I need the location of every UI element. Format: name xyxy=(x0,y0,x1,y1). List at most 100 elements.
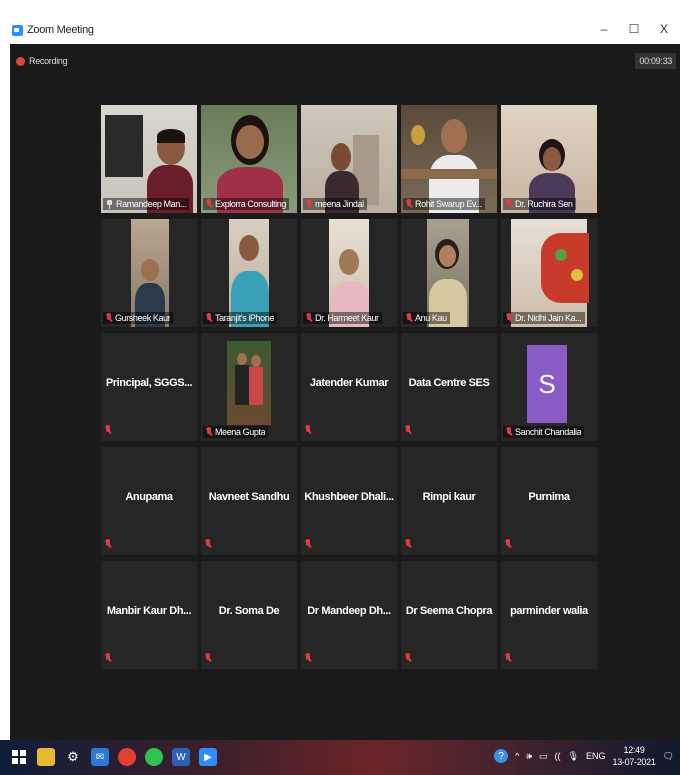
minimize-button[interactable]: – xyxy=(598,22,610,36)
participant-name: Dr. Ruchira Sen xyxy=(515,199,573,209)
participant-name: Meena Gupta xyxy=(215,427,266,437)
muted-mic-icon xyxy=(506,313,512,323)
video-feed xyxy=(101,105,197,213)
participant-tile[interactable]: S Sanchit Chandalia xyxy=(501,333,597,441)
participant-tile[interactable]: Purnima xyxy=(501,447,597,555)
participant-tile[interactable]: Explorra Consulting xyxy=(201,105,297,213)
maximize-button[interactable]: ☐ xyxy=(628,22,640,36)
muted-mic-icon xyxy=(406,313,412,323)
muted-mic-icon xyxy=(105,539,111,549)
muted-mic-icon xyxy=(506,199,512,209)
participant-name-center: Dr Seema Chopra xyxy=(405,605,493,617)
participant-name-center: Principal, SGGS... xyxy=(105,377,193,389)
taskbar: ⚙ ✉ W ▶ ? ^ 🕪 ▭ (( 🎙 ENG 12:49 13-07-202… xyxy=(0,740,680,775)
help-icon[interactable]: ? xyxy=(494,749,509,763)
microphone-icon[interactable]: 🎙 xyxy=(568,751,579,762)
clock[interactable]: 12:49 13-07-2021 xyxy=(613,744,656,768)
video-feed xyxy=(201,105,297,213)
participant-name-center: Data Centre SES xyxy=(408,377,490,389)
participant-name: Anu Kau xyxy=(415,313,447,323)
participant-name-center: Dr Mandeep Dh... xyxy=(307,605,391,617)
participant-tile[interactable]: Jatender Kumar xyxy=(301,333,397,441)
muted-mic-icon xyxy=(206,313,212,323)
participant-tile[interactable]: Data Centre SES xyxy=(401,333,497,441)
zoom-app-icon xyxy=(12,24,23,36)
video-feed xyxy=(101,219,197,327)
close-button[interactable]: X xyxy=(658,22,670,36)
network-icon[interactable]: (( xyxy=(555,751,561,761)
record-icon xyxy=(16,56,25,66)
participant-tile[interactable]: Principal, SGGS... xyxy=(101,333,197,441)
participant-name: Explorra Consulting xyxy=(215,199,286,209)
participant-tile[interactable]: Taranjit's iPhone xyxy=(201,219,297,327)
muted-mic-icon xyxy=(305,425,311,435)
muted-mic-icon xyxy=(506,427,512,437)
system-tray: ? ^ 🕪 ▭ (( 🎙 ENG 12:49 13-07-2021 🗨 xyxy=(494,744,674,768)
participant-tile[interactable]: Meena Gupta xyxy=(201,333,297,441)
participant-name: meena Jindal xyxy=(315,199,364,209)
participant-tile[interactable]: Dr. Ruchira Sen xyxy=(501,105,597,213)
start-button[interactable] xyxy=(10,748,28,766)
meeting-topbar: Recording 00:09:33 xyxy=(10,44,680,78)
participant-name-center: parminder walia xyxy=(510,605,588,617)
participant-tile[interactable]: Dr. Nidhi Jain Ka... xyxy=(501,219,597,327)
file-explorer-icon[interactable] xyxy=(37,748,55,766)
window-title: Zoom Meeting xyxy=(27,24,94,36)
video-feed xyxy=(501,105,597,213)
participant-tile[interactable]: Anu Kau xyxy=(401,219,497,327)
participant-tile[interactable]: Anupama xyxy=(101,447,197,555)
muted-mic-icon xyxy=(205,539,211,549)
zoom-taskbar-icon[interactable]: ▶ xyxy=(199,748,217,766)
language-indicator[interactable]: ENG xyxy=(586,751,606,761)
muted-mic-icon xyxy=(406,199,412,209)
video-feed xyxy=(301,105,397,213)
muted-mic-icon xyxy=(305,539,311,549)
participant-tile[interactable]: Dr. Soma De xyxy=(201,561,297,669)
participant-name-center: Manbir Kaur Dh... xyxy=(106,605,192,617)
participant-tile[interactable]: Rimpi kaur xyxy=(401,447,497,555)
muted-mic-icon xyxy=(206,427,212,437)
muted-mic-icon xyxy=(305,653,311,663)
participant-tile[interactable]: Gursheek Kaur xyxy=(101,219,197,327)
window-titlebar: Zoom Meeting – ☐ X xyxy=(0,0,680,44)
recording-indicator[interactable]: Recording xyxy=(16,56,68,66)
participant-tile[interactable]: Rohit Swarup Ev... xyxy=(401,105,497,213)
recording-label: Recording xyxy=(29,56,68,66)
whatsapp-icon[interactable] xyxy=(145,748,163,766)
muted-mic-icon xyxy=(105,653,111,663)
participant-tile[interactable]: Dr Mandeep Dh... xyxy=(301,561,397,669)
clock-time: 12:49 xyxy=(623,745,645,755)
participant-tile[interactable]: parminder walia xyxy=(501,561,597,669)
muted-mic-icon xyxy=(105,425,111,435)
avatar: S xyxy=(527,345,567,423)
participant-tile[interactable]: Dr. Harmeet Kaur xyxy=(301,219,397,327)
battery-icon[interactable]: ▭ xyxy=(539,751,548,762)
participant-tile[interactable]: Dr Seema Chopra xyxy=(401,561,497,669)
video-feed xyxy=(201,219,297,327)
muted-mic-icon xyxy=(206,199,212,209)
participant-tile[interactable]: meena Jindal xyxy=(301,105,397,213)
clock-date: 13-07-2021 xyxy=(612,757,656,767)
muted-mic-icon xyxy=(306,313,312,323)
settings-gear-icon[interactable]: ⚙ xyxy=(64,748,82,766)
participant-name-center: Navneet Sandhu xyxy=(208,491,290,503)
participant-name: Gursheek Kaur xyxy=(115,313,171,323)
muted-mic-icon xyxy=(505,653,511,663)
participant-tile[interactable]: Navneet Sandhu xyxy=(201,447,297,555)
word-icon[interactable]: W xyxy=(172,748,190,766)
volume-icon[interactable]: 🕪 xyxy=(526,751,532,762)
notification-icon[interactable]: 🗨 xyxy=(663,751,674,762)
show-hidden-icons-chevron-icon[interactable]: ^ xyxy=(515,751,519,761)
muted-mic-icon xyxy=(106,313,112,323)
participant-tile[interactable]: Ramandeep Man... xyxy=(101,105,197,213)
mail-icon[interactable]: ✉ xyxy=(91,748,109,766)
participant-name-center: Khushbeer Dhali... xyxy=(304,491,394,503)
meeting-area: Recording 00:09:33 Ramandeep Man... Expl… xyxy=(10,44,680,740)
participant-tile[interactable]: Manbir Kaur Dh... xyxy=(101,561,197,669)
chrome-icon[interactable] xyxy=(118,748,136,766)
participant-name-center: Jatender Kumar xyxy=(309,377,389,389)
participant-name: Dr. Nidhi Jain Ka... xyxy=(515,313,582,323)
participant-name: Ramandeep Man... xyxy=(116,199,187,209)
video-feed xyxy=(401,105,497,213)
participant-tile[interactable]: Khushbeer Dhali... xyxy=(301,447,397,555)
